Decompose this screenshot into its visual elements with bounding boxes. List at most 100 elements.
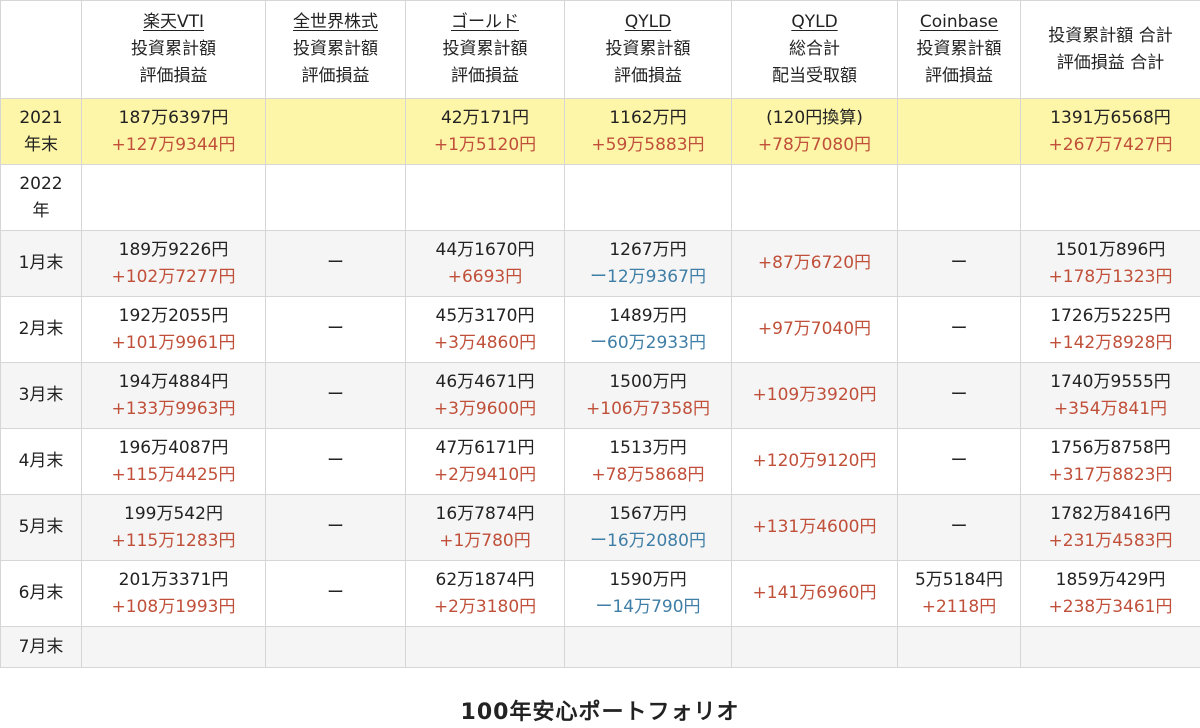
row-label: 1月末: [0, 230, 82, 297]
table-cell: ー: [897, 362, 1021, 429]
header-coinbase: Coinbase 投資累計額 評価損益: [897, 0, 1021, 99]
cell-amount: 1756万8758円: [1050, 437, 1171, 458]
cell-change: +115万4425円: [111, 464, 236, 485]
table-cell: [405, 626, 565, 668]
table-cell: ー: [897, 494, 1021, 561]
cell-amount: 1782万8416円: [1050, 503, 1171, 524]
cell-change: +109万3920円: [752, 385, 877, 405]
table-row: 6月末 201万3371円 +108万1993円 ー 62万1874円 +2万3180円 1…: [0, 560, 1200, 627]
header-sub: 投資累計額: [605, 39, 691, 59]
table-cell: [1020, 164, 1200, 231]
table-cell: 1391万6568円 +267万7427円: [1020, 98, 1200, 165]
row-label: 7月末: [0, 626, 82, 668]
table-cell: [897, 98, 1021, 165]
cell-amount: 47万6171円: [435, 437, 535, 458]
cell-change: ー12万9367円: [590, 266, 706, 287]
table-cell: 46万4671円 +3万9600円: [405, 362, 565, 429]
header-sub: 評価損益: [614, 66, 682, 86]
cell-amount: 1726万5225円: [1050, 305, 1171, 326]
table-cell: [897, 626, 1021, 668]
header-sub: 投資累計額: [293, 39, 378, 59]
cell-change: +3万4860円: [433, 332, 537, 353]
table-cell: +131万4600円: [731, 494, 898, 561]
cell-change: +101万9961円: [111, 332, 236, 353]
cell-amount: 201万3371円: [118, 569, 229, 590]
header-row: 楽天VTI 投資累計額 評価損益 全世界株式 投資累計額 評価損益 ゴールド 投…: [0, 0, 1200, 99]
table-cell: 1162万円 +59万5883円: [564, 98, 732, 165]
table-cell: ー: [265, 296, 406, 363]
cell-amount: 1859万429円: [1055, 569, 1166, 590]
cell-change: +1万780円: [439, 530, 531, 551]
header-title: Coinbase: [919, 12, 999, 32]
cell-amount: 45万3170円: [435, 305, 535, 326]
row-label-line: 年: [32, 200, 50, 221]
table-cell: 1567万円 ー16万2080円: [564, 494, 732, 561]
table-cell: +141万6960円: [731, 560, 898, 627]
cell-amount: 1391万6568円: [1050, 107, 1171, 128]
row-label: 2022 年: [0, 164, 82, 231]
cell-change: ー16万2080円: [590, 530, 706, 551]
cell-amount: 196万4087円: [118, 437, 229, 458]
table-cell: ー: [265, 230, 406, 297]
table-cell: 187万6397円 +127万9344円: [81, 98, 266, 165]
cell-dash: ー: [950, 253, 968, 273]
cell-change: +231万4583円: [1048, 530, 1173, 551]
row-label-line: 2021: [19, 107, 63, 128]
header-sub: 投資累計額: [916, 39, 1002, 59]
table-cell: 16万7874円 +1万780円: [405, 494, 565, 561]
cell-dash: ー: [327, 583, 344, 603]
table-cell: [265, 164, 406, 231]
table-cell: [265, 98, 406, 165]
header-sub: 投資累計額 合計: [1048, 25, 1173, 46]
cell-change: ー14万790円: [595, 596, 701, 617]
cell-amount: 1500万円: [609, 371, 687, 392]
table-cell: 201万3371円 +108万1993円: [81, 560, 266, 627]
cell-amount: 1267万円: [609, 239, 687, 260]
row-label: 6月末: [0, 560, 82, 627]
row-label: 5月末: [0, 494, 82, 561]
cell-amount: 1162万円: [609, 107, 687, 128]
table-cell: 42万171円 +1万5120円: [405, 98, 565, 165]
table-cell: [897, 164, 1021, 231]
table-cell: [564, 626, 732, 668]
table-cell: [731, 626, 898, 668]
cell-change: +106万7358円: [586, 398, 710, 419]
table-cell: 192万2055円 +101万9961円: [81, 296, 266, 363]
row-label-line: 年末: [24, 134, 58, 155]
cell-change: +317万8823円: [1048, 464, 1173, 485]
cell-amount: 194万4884円: [118, 371, 229, 392]
row-label: 2月末: [0, 296, 82, 363]
cell-change: ー60万2933円: [590, 332, 706, 353]
table-cell: [405, 164, 565, 231]
cell-dash: ー: [327, 253, 344, 273]
table-cell: [265, 626, 406, 668]
cell-change: +238万3461円: [1048, 596, 1173, 617]
table-cell: 199万542円 +115万1283円: [81, 494, 266, 561]
header-qyld-dividend: QYLD 総合計 配当受取額: [731, 0, 898, 99]
table-row: 5月末 199万542円 +115万1283円 ー 16万7874円 +1万780円 156…: [0, 494, 1200, 561]
portfolio-table: 楽天VTI 投資累計額 評価損益 全世界株式 投資累計額 評価損益 ゴールド 投…: [0, 0, 1200, 668]
table-cell: +97万7040円: [731, 296, 898, 363]
table-cell: 1726万5225円 +142万8928円: [1020, 296, 1200, 363]
header-rakuten-vti: 楽天VTI 投資累計額 評価損益: [81, 0, 266, 99]
cell-change: +115万1283円: [111, 530, 236, 551]
table-cell: 1782万8416円 +231万4583円: [1020, 494, 1200, 561]
table-cell: ー: [265, 494, 406, 561]
cell-amount: 42万171円: [440, 107, 530, 128]
table-cell: 1500万円 +106万7358円: [564, 362, 732, 429]
row-label-line: 2022: [19, 173, 63, 194]
page-caption: 100年安心ポートフォリオ: [460, 700, 740, 725]
table-cell: ー: [265, 428, 406, 495]
cell-change: +6693円: [447, 266, 523, 287]
month-rows: 1月末 189万9226円 +102万7277円ー 44万1670円 +6693円 126…: [0, 230, 1200, 627]
header-sub: 評価損益: [139, 66, 208, 86]
header-sub: 配当受取額: [772, 66, 857, 86]
header-title: QYLD: [791, 12, 838, 32]
header-world-stock: 全世界株式 投資累計額 評価損益: [265, 0, 406, 99]
cell-amount: 62万1874円: [435, 569, 535, 590]
table-cell: [81, 626, 266, 668]
table-cell: 1740万9555円 +354万841円: [1020, 362, 1200, 429]
table-cell: 1501万896円 +178万1323円: [1020, 230, 1200, 297]
header-sub: 評価損益: [451, 66, 519, 86]
table-cell: +87万6720円: [731, 230, 898, 297]
